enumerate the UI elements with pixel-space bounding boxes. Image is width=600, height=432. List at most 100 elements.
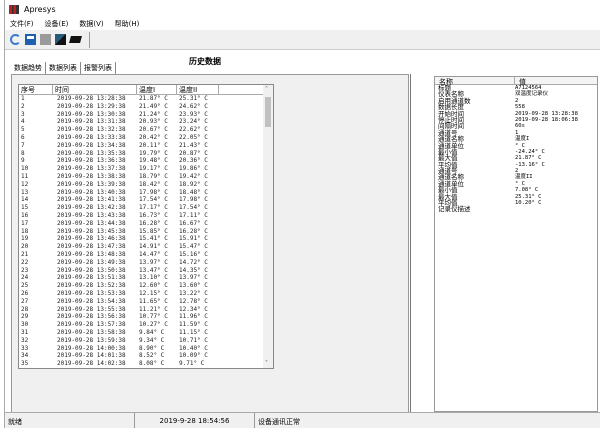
folder-icon[interactable] [69, 36, 82, 43]
table-cell: 21.43° C [179, 141, 208, 149]
table-cell: 14.35° C [179, 266, 208, 274]
table-row[interactable]: 18 2019-09-28 13:45:38 15.85° C 16.28° C [19, 228, 273, 236]
table-cell: 2019-09-28 14:00:38 [57, 344, 126, 352]
menu-data[interactable]: 数据(V) [79, 19, 103, 29]
table-row[interactable]: 28 2019-09-28 13:55:38 11.21° C 12.34° C [19, 306, 273, 314]
table-cell: 2019-09-28 13:38:38 [57, 172, 126, 180]
stop-icon[interactable] [40, 34, 51, 45]
table-cell: 10.77° C [139, 313, 168, 321]
table-row[interactable]: 4 2019-09-28 13:31:38 20.93° C 23.24° C [19, 118, 273, 126]
vertical-scrollbar[interactable]: ˄ ˅ [263, 85, 273, 368]
table-cell: 23 [21, 266, 29, 274]
tab-data-trend[interactable]: 数据趋势 [11, 62, 46, 74]
print-icon[interactable] [55, 34, 66, 45]
table-row[interactable]: 25 2019-09-28 13:52:38 12.60° C 13.60° C [19, 282, 273, 290]
table-cell: 16.67° C [179, 219, 208, 227]
table-row[interactable]: 3 2019-09-28 13:30:38 21.24° C 23.93° C [19, 111, 273, 119]
table-cell: 12.15° C [139, 289, 168, 297]
table-cell: 20.11° C [139, 141, 168, 149]
table-row[interactable]: 23 2019-09-28 13:50:38 13.47° C 14.35° C [19, 267, 273, 275]
table-cell: 12 [21, 180, 29, 188]
table-cell: 21.87° C [139, 95, 168, 102]
table-row[interactable]: 5 2019-09-28 13:32:38 20.67° C 22.62° C [19, 126, 273, 134]
table-header: 序号 时间 温度I 温度II [19, 85, 273, 95]
table-row[interactable]: 29 2019-09-28 13:56:38 10.77° C 11.96° C [19, 313, 273, 321]
table-row[interactable]: 10 2019-09-28 13:37:38 19.17° C 19.86° C [19, 165, 273, 173]
col-header-temp2[interactable]: 温度II [177, 85, 219, 94]
table-cell: 20.36° C [179, 157, 208, 165]
table-row[interactable]: 13 2019-09-28 13:40:38 17.98° C 18.48° C [19, 189, 273, 197]
table-row[interactable]: 20 2019-09-28 13:47:38 14.91° C 15.47° C [19, 243, 273, 251]
table-row[interactable]: 14 2019-09-28 13:41:38 17.54° C 17.98° C [19, 196, 273, 204]
table-cell: 15.47° C [179, 243, 208, 251]
table-cell: 11.21° C [139, 305, 168, 313]
table-cell: 2019-09-28 13:37:38 [57, 165, 126, 173]
table-row[interactable]: 26 2019-09-28 13:53:38 12.15° C 13.22° C [19, 290, 273, 298]
col-header-temp1[interactable]: 温度I [137, 85, 177, 94]
scroll-thumb[interactable] [265, 97, 271, 127]
table-cell: 27 [21, 297, 29, 305]
table-row[interactable]: 19 2019-09-28 13:46:38 15.41° C 15.91° C [19, 235, 273, 243]
table-cell: 8 [21, 149, 25, 157]
table-row[interactable]: 35 2019-09-28 14:02:38 8.08° C 9.71° C [19, 360, 273, 368]
table-cell: 17.11° C [179, 211, 208, 219]
table-row[interactable]: 9 2019-09-28 13:36:38 19.48° C 20.36° C [19, 157, 273, 165]
menu-device[interactable]: 设备(E) [45, 19, 69, 29]
tab-alarm-list[interactable]: 报警列表 [81, 62, 116, 74]
table-row[interactable]: 17 2019-09-28 13:44:38 16.28° C 16.67° C [19, 220, 273, 228]
table-row[interactable]: 31 2019-09-28 13:58:38 9.84° C 11.15° C [19, 329, 273, 337]
table-cell: 17.54° C [139, 196, 168, 204]
table-cell: 7 [21, 141, 25, 149]
table-row[interactable]: 11 2019-09-28 13:38:38 18.79° C 19.42° C [19, 173, 273, 181]
table-cell: 2019-09-28 13:29:38 [57, 102, 126, 110]
table-cell: 24.62° C [179, 102, 208, 110]
menu-file[interactable]: 文件(F) [10, 19, 34, 29]
table-cell: 21.24° C [139, 110, 168, 118]
table-cell: 17.17° C [139, 204, 168, 212]
table-row[interactable]: 1 2019-09-28 13:28:38 21.87° C 25.31° C [19, 95, 273, 103]
table-row[interactable]: 22 2019-09-28 13:49:38 13.97° C 14.72° C [19, 259, 273, 267]
col-header-index[interactable]: 序号 [19, 85, 53, 94]
property-row[interactable]: 记录仪描述 [435, 206, 597, 213]
scroll-down-icon[interactable]: ˅ [265, 360, 268, 367]
table-row[interactable]: 8 2019-09-28 13:35:38 19.79° C 20.87° C [19, 150, 273, 158]
table-row[interactable]: 7 2019-09-28 13:34:38 20.11° C 21.43° C [19, 142, 273, 150]
table-cell: 2019-09-28 13:53:38 [57, 289, 126, 297]
menu-help[interactable]: 帮助(H) [115, 19, 140, 29]
table-cell: 2019-09-28 13:42:38 [57, 204, 126, 212]
panel-splitter[interactable] [410, 74, 411, 414]
refresh-icon[interactable] [10, 34, 21, 45]
table-row[interactable]: 15 2019-09-28 13:42:38 17.17° C 17.54° C [19, 204, 273, 212]
table-cell: 12.78° C [179, 297, 208, 305]
table-cell: 16 [21, 211, 29, 219]
table-row[interactable]: 33 2019-09-28 14:00:38 8.90° C 10.40° C [19, 345, 273, 353]
table-row[interactable]: 32 2019-09-28 13:59:38 9.34° C 10.71° C [19, 337, 273, 345]
table-cell: 21.49° C [139, 102, 168, 110]
table-row[interactable]: 21 2019-09-28 13:48:38 14.47° C 15.16° C [19, 251, 273, 259]
properties-panel: 名称 值 标题 A7124564 仪表名称 双温度记录仪 启用通道数 2 数据长度 558 开始… [434, 76, 598, 412]
table-row[interactable]: 30 2019-09-28 13:57:38 10.27° C 11.59° C [19, 321, 273, 329]
table-row[interactable]: 2 2019-09-28 13:29:38 21.49° C 24.62° C [19, 103, 273, 111]
table-row[interactable]: 34 2019-09-28 14:01:38 8.52° C 10.09° C [19, 352, 273, 360]
table-row[interactable]: 16 2019-09-28 13:43:38 16.73° C 17.11° C [19, 212, 273, 220]
table-cell: 8.52° C [139, 352, 165, 360]
table-cell: 2019-09-28 13:44:38 [57, 219, 126, 227]
table-cell: 10.40° C [179, 344, 208, 352]
table-row[interactable]: 12 2019-09-28 13:39:38 18.42° C 18.92° C [19, 181, 273, 189]
tab-data-list[interactable]: 数据列表 [46, 62, 81, 74]
property-value: 10.20° C [515, 200, 542, 207]
col-header-time[interactable]: 时间 [53, 85, 137, 94]
table-cell: 20.67° C [139, 126, 168, 134]
table-cell: 6 [21, 133, 25, 141]
scroll-up-icon[interactable]: ˄ [265, 86, 268, 93]
table-row[interactable]: 24 2019-09-28 13:51:38 13.10° C 13.97° C [19, 274, 273, 282]
table-cell: 18 [21, 227, 29, 235]
table-cell: 9.71° C [179, 360, 205, 368]
window-title: Apresys [24, 4, 56, 14]
table-row[interactable]: 27 2019-09-28 13:54:38 11.65° C 12.78° C [19, 298, 273, 306]
table-cell: 22.05° C [179, 133, 208, 141]
save-icon[interactable] [25, 34, 36, 45]
table-row[interactable]: 6 2019-09-28 13:33:38 20.42° C 22.05° C [19, 134, 273, 142]
table-cell: 10.09° C [179, 352, 208, 360]
table-cell: 2019-09-28 13:45:38 [57, 227, 126, 235]
